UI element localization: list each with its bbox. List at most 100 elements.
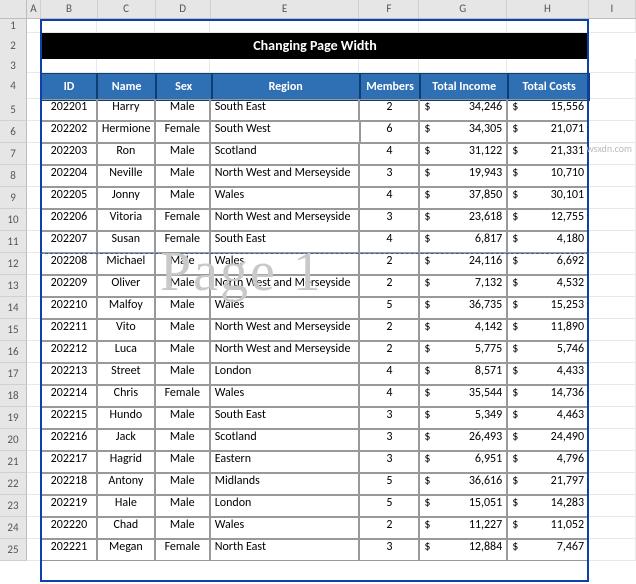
header-id[interactable]: ID (41, 73, 98, 101)
cell[interactable] (589, 19, 636, 33)
cell-income[interactable]: $26,493 (419, 429, 507, 451)
cell[interactable] (27, 429, 41, 451)
cell[interactable] (27, 143, 41, 165)
cell[interactable] (27, 341, 41, 363)
cell-region[interactable]: Wales (210, 253, 360, 275)
cell-costs[interactable]: $4,463 (507, 407, 589, 429)
cell-costs[interactable]: $21,797 (507, 473, 589, 495)
cell-sex[interactable]: Female (155, 385, 210, 407)
cell[interactable] (210, 19, 360, 33)
row-header[interactable]: 22 (0, 473, 27, 495)
cell-region[interactable]: North West and Merseyside (210, 341, 360, 363)
cell-sex[interactable]: Male (155, 187, 210, 209)
cell[interactable] (27, 19, 41, 33)
cell-name[interactable]: Neville (97, 165, 155, 187)
row-header[interactable]: 9 (0, 187, 27, 209)
header-sex[interactable]: Sex (156, 73, 212, 101)
col-header[interactable]: E (211, 0, 360, 18)
cell-region[interactable]: North West and Merseyside (210, 209, 360, 231)
row-header[interactable]: 1 (0, 19, 27, 34)
cell[interactable] (27, 275, 41, 297)
cell-members[interactable]: 2 (359, 341, 419, 363)
cell-sex[interactable]: Male (155, 99, 210, 121)
cell-name[interactable]: Ron (97, 143, 155, 165)
cell-members[interactable]: 5 (359, 495, 419, 517)
row-header[interactable]: 3 (0, 59, 27, 74)
cell-id[interactable]: 202216 (41, 429, 97, 451)
row-header[interactable]: 16 (0, 341, 27, 363)
cell-region[interactable]: Midlands (210, 473, 360, 495)
cell-id[interactable]: 202221 (41, 539, 97, 561)
cell-members[interactable]: 3 (359, 451, 419, 473)
cell-income[interactable]: $6,951 (419, 451, 507, 473)
cell[interactable] (419, 59, 507, 73)
cell-id[interactable]: 202202 (41, 121, 97, 143)
cell-sex[interactable]: Male (155, 451, 210, 473)
cell-id[interactable]: 202212 (41, 341, 97, 363)
cell[interactable] (589, 539, 636, 561)
cell-id[interactable]: 202201 (41, 99, 97, 121)
cell-id[interactable]: 202211 (41, 319, 97, 341)
cell-region[interactable]: Scotland (210, 429, 360, 451)
cell-name[interactable]: Vito (97, 319, 155, 341)
cell-sex[interactable]: Female (155, 209, 210, 231)
cell-name[interactable]: Antony (97, 473, 155, 495)
cell-sex[interactable]: Male (155, 407, 210, 429)
row-header[interactable]: 19 (0, 407, 27, 429)
cell[interactable] (27, 73, 41, 99)
cell-costs[interactable]: $4,180 (507, 231, 589, 253)
cell-name[interactable]: Hagrid (97, 451, 155, 473)
cell[interactable] (589, 429, 636, 451)
cell[interactable] (27, 451, 41, 473)
cell-members[interactable]: 4 (359, 363, 419, 385)
cell-members[interactable]: 3 (359, 165, 419, 187)
col-header[interactable]: G (419, 0, 507, 18)
cell-costs[interactable]: $6,692 (507, 253, 589, 275)
cell-income[interactable]: $15,051 (419, 495, 507, 517)
cell[interactable] (41, 19, 97, 33)
cell-sex[interactable]: Male (155, 275, 210, 297)
cell[interactable] (97, 59, 155, 73)
col-header[interactable]: H (507, 0, 589, 18)
cell[interactable] (589, 341, 636, 363)
cell-region[interactable]: Scotland (210, 143, 360, 165)
cell-members[interactable]: 3 (359, 539, 419, 561)
cell[interactable] (27, 209, 41, 231)
cell-id[interactable]: 202203 (41, 143, 97, 165)
cell-sex[interactable]: Female (155, 231, 210, 253)
cell-costs[interactable]: $11,052 (507, 517, 589, 539)
cell-members[interactable]: 4 (359, 231, 419, 253)
cell[interactable] (419, 19, 507, 33)
cell-costs[interactable]: $15,253 (507, 297, 589, 319)
cell-name[interactable]: Chris (97, 385, 155, 407)
cell[interactable] (27, 33, 41, 59)
cell[interactable] (589, 209, 636, 231)
cell-sex[interactable]: Female (155, 121, 210, 143)
cell-income[interactable]: $36,735 (419, 297, 507, 319)
row-header[interactable]: 10 (0, 209, 27, 231)
cell-costs[interactable]: $24,490 (507, 429, 589, 451)
row-header[interactable]: 12 (0, 253, 27, 275)
cell[interactable] (97, 19, 155, 33)
cell[interactable] (27, 363, 41, 385)
cell[interactable] (589, 517, 636, 539)
cell-income[interactable]: $8,571 (419, 363, 507, 385)
cell-name[interactable]: Hale (97, 495, 155, 517)
cell[interactable] (27, 319, 41, 341)
cell-income[interactable]: $34,246 (419, 99, 507, 121)
cell-sex[interactable]: Male (155, 319, 210, 341)
cell-id[interactable]: 202210 (41, 297, 97, 319)
page-title[interactable]: Changing Page Width (41, 33, 589, 59)
cell-region[interactable]: London (210, 495, 360, 517)
cell-region[interactable]: Wales (210, 385, 360, 407)
cell-region[interactable]: Wales (210, 297, 360, 319)
cell-members[interactable]: 4 (359, 143, 419, 165)
cell-sex[interactable]: Male (155, 341, 210, 363)
cell-name[interactable]: Luca (97, 341, 155, 363)
cell-members[interactable]: 2 (359, 517, 419, 539)
cell-income[interactable]: $37,850 (419, 187, 507, 209)
cell-id[interactable]: 202205 (41, 187, 97, 209)
cell-income[interactable]: $34,305 (419, 121, 507, 143)
cell[interactable] (589, 495, 636, 517)
cell[interactable] (589, 165, 636, 187)
